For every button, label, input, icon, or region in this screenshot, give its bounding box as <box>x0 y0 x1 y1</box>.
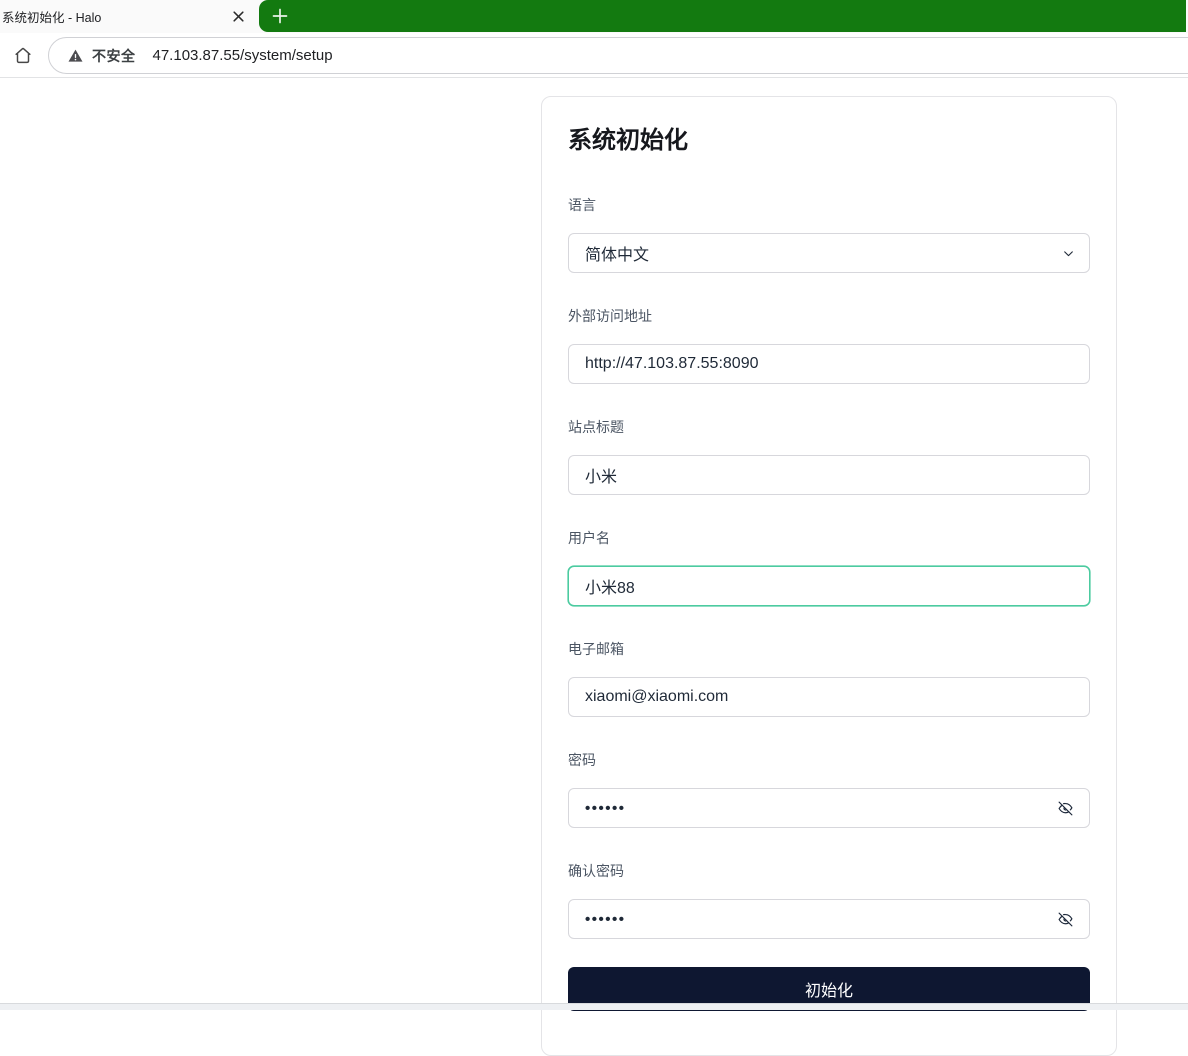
address-bar[interactable]: 不安全 47.103.87.55/system/setup <box>48 37 1188 74</box>
field-password: 密码 <box>568 750 1090 828</box>
username-input[interactable] <box>568 566 1090 606</box>
field-email: 电子邮箱 <box>568 639 1090 717</box>
confirm-password-input[interactable] <box>568 899 1090 939</box>
field-site-title: 站点标题 <box>568 417 1090 495</box>
field-language: 语言 简体中文 <box>568 195 1090 273</box>
tab-strip-theme-area <box>259 0 1186 32</box>
email-label: 电子邮箱 <box>568 639 1090 659</box>
home-button[interactable] <box>10 42 36 68</box>
field-external-url: 外部访问地址 <box>568 306 1090 384</box>
language-label: 语言 <box>568 195 1090 215</box>
username-label: 用户名 <box>568 528 1090 548</box>
warning-triangle-icon <box>67 48 84 64</box>
field-username: 用户名 <box>568 528 1090 606</box>
password-input[interactable] <box>568 788 1090 828</box>
eye-off-icon[interactable] <box>1057 911 1074 928</box>
tab-title: 系统初始化 - Halo <box>0 7 230 26</box>
setup-card: 系统初始化 语言 简体中文 外部访问地址 站点标题 <box>541 96 1117 1056</box>
site-title-label: 站点标题 <box>568 417 1090 437</box>
language-select[interactable]: 简体中文 <box>568 233 1090 273</box>
window-bottom-edge <box>0 1003 1188 1010</box>
external-url-input[interactable] <box>568 344 1090 384</box>
chevron-down-icon <box>1062 247 1075 260</box>
security-status[interactable]: 不安全 <box>67 46 136 66</box>
confirm-password-label: 确认密码 <box>568 861 1090 881</box>
language-selected-value: 简体中文 <box>585 241 649 265</box>
browser-tab-strip: 系统初始化 - Halo <box>0 0 1188 33</box>
browser-active-tab[interactable]: 系统初始化 - Halo <box>0 0 258 33</box>
page-title: 系统初始化 <box>568 123 1090 159</box>
field-confirm-password: 确认密码 <box>568 861 1090 939</box>
email-input[interactable] <box>568 677 1090 717</box>
password-label: 密码 <box>568 750 1090 770</box>
external-url-label: 外部访问地址 <box>568 306 1090 326</box>
url-text: 47.103.87.55/system/setup <box>153 47 333 64</box>
eye-off-icon[interactable] <box>1057 800 1074 817</box>
page-background: 系统初始化 语言 简体中文 外部访问地址 站点标题 <box>0 78 1188 1003</box>
tab-close-icon[interactable] <box>230 9 246 25</box>
site-title-input[interactable] <box>568 455 1090 495</box>
browser-toolbar: 不安全 47.103.87.55/system/setup <box>0 33 1188 78</box>
security-label: 不安全 <box>92 46 136 66</box>
new-tab-button[interactable] <box>270 6 290 26</box>
